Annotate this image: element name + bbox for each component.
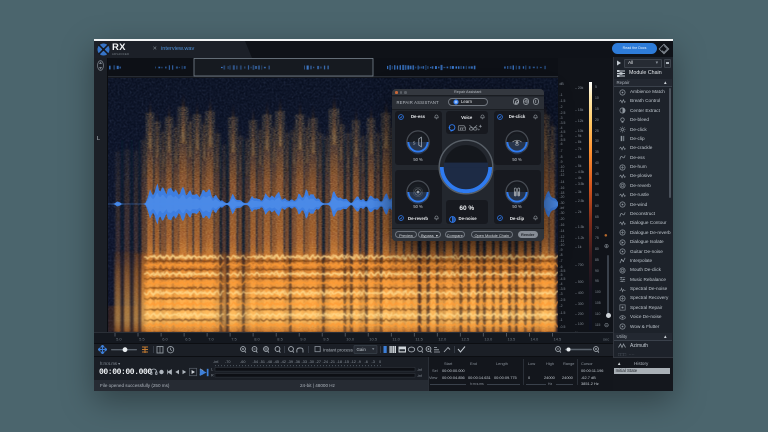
svg-text:-54: -54 [253,360,259,364]
svg-text:7.0: 7.0 [208,337,214,342]
svg-text:-12: -12 [351,360,357,364]
svg-text:8.5: 8.5 [277,337,283,342]
svg-text:Gain: Gain [357,347,367,352]
svg-text:7.5: 7.5 [231,337,237,342]
svg-text:-42: -42 [281,360,287,364]
svg-text:10.5: 10.5 [369,337,378,342]
svg-text:14.0: 14.0 [531,337,540,342]
svg-text:-inf: -inf [417,374,422,378]
svg-text:-39: -39 [288,360,294,364]
svg-text:10.0: 10.0 [346,337,355,342]
svg-text:6.5: 6.5 [185,337,191,342]
svg-text:R: R [211,374,214,378]
svg-text:-inf.: -inf. [213,360,219,364]
svg-text:8.0: 8.0 [254,337,260,342]
svg-text:-60: -60 [240,360,246,364]
svg-text:-30: -30 [309,360,315,364]
svg-text:-3: -3 [372,360,375,364]
svg-text:-inf: -inf [417,368,422,372]
svg-text:L: L [211,368,213,372]
svg-text:sec: sec [603,337,609,342]
svg-text:-51: -51 [260,360,266,364]
svg-text:14.5: 14.5 [554,337,563,342]
svg-text:-21: -21 [330,360,336,364]
svg-text:11.0: 11.0 [392,337,400,342]
svg-text:-24: -24 [323,360,329,364]
svg-text:11.5: 11.5 [415,337,423,342]
svg-text:13.0: 13.0 [484,337,493,342]
svg-text:s: s [413,140,416,146]
svg-text:-48: -48 [267,360,273,364]
svg-text:-18: -18 [337,360,343,364]
svg-text:-27: -27 [316,360,322,364]
svg-text:9.5: 9.5 [323,337,329,342]
svg-text:-45: -45 [274,360,280,364]
svg-text:-9: -9 [358,360,361,364]
svg-text:0: 0 [379,360,381,364]
svg-text:-36: -36 [295,360,301,364]
svg-text:-33: -33 [302,360,308,364]
svg-text:9.0: 9.0 [300,337,306,342]
svg-text:5.0: 5.0 [116,337,122,342]
svg-text:6.0: 6.0 [162,337,168,342]
svg-text:-6: -6 [365,360,368,364]
svg-text:5.5: 5.5 [139,337,145,342]
svg-text:13.5: 13.5 [508,337,517,342]
svg-text:12.5: 12.5 [461,337,470,342]
svg-text:-70: -70 [225,360,231,364]
svg-text:Instant process: Instant process [323,347,354,352]
svg-text:12.0: 12.0 [438,337,447,342]
svg-text:-15: -15 [344,360,350,364]
